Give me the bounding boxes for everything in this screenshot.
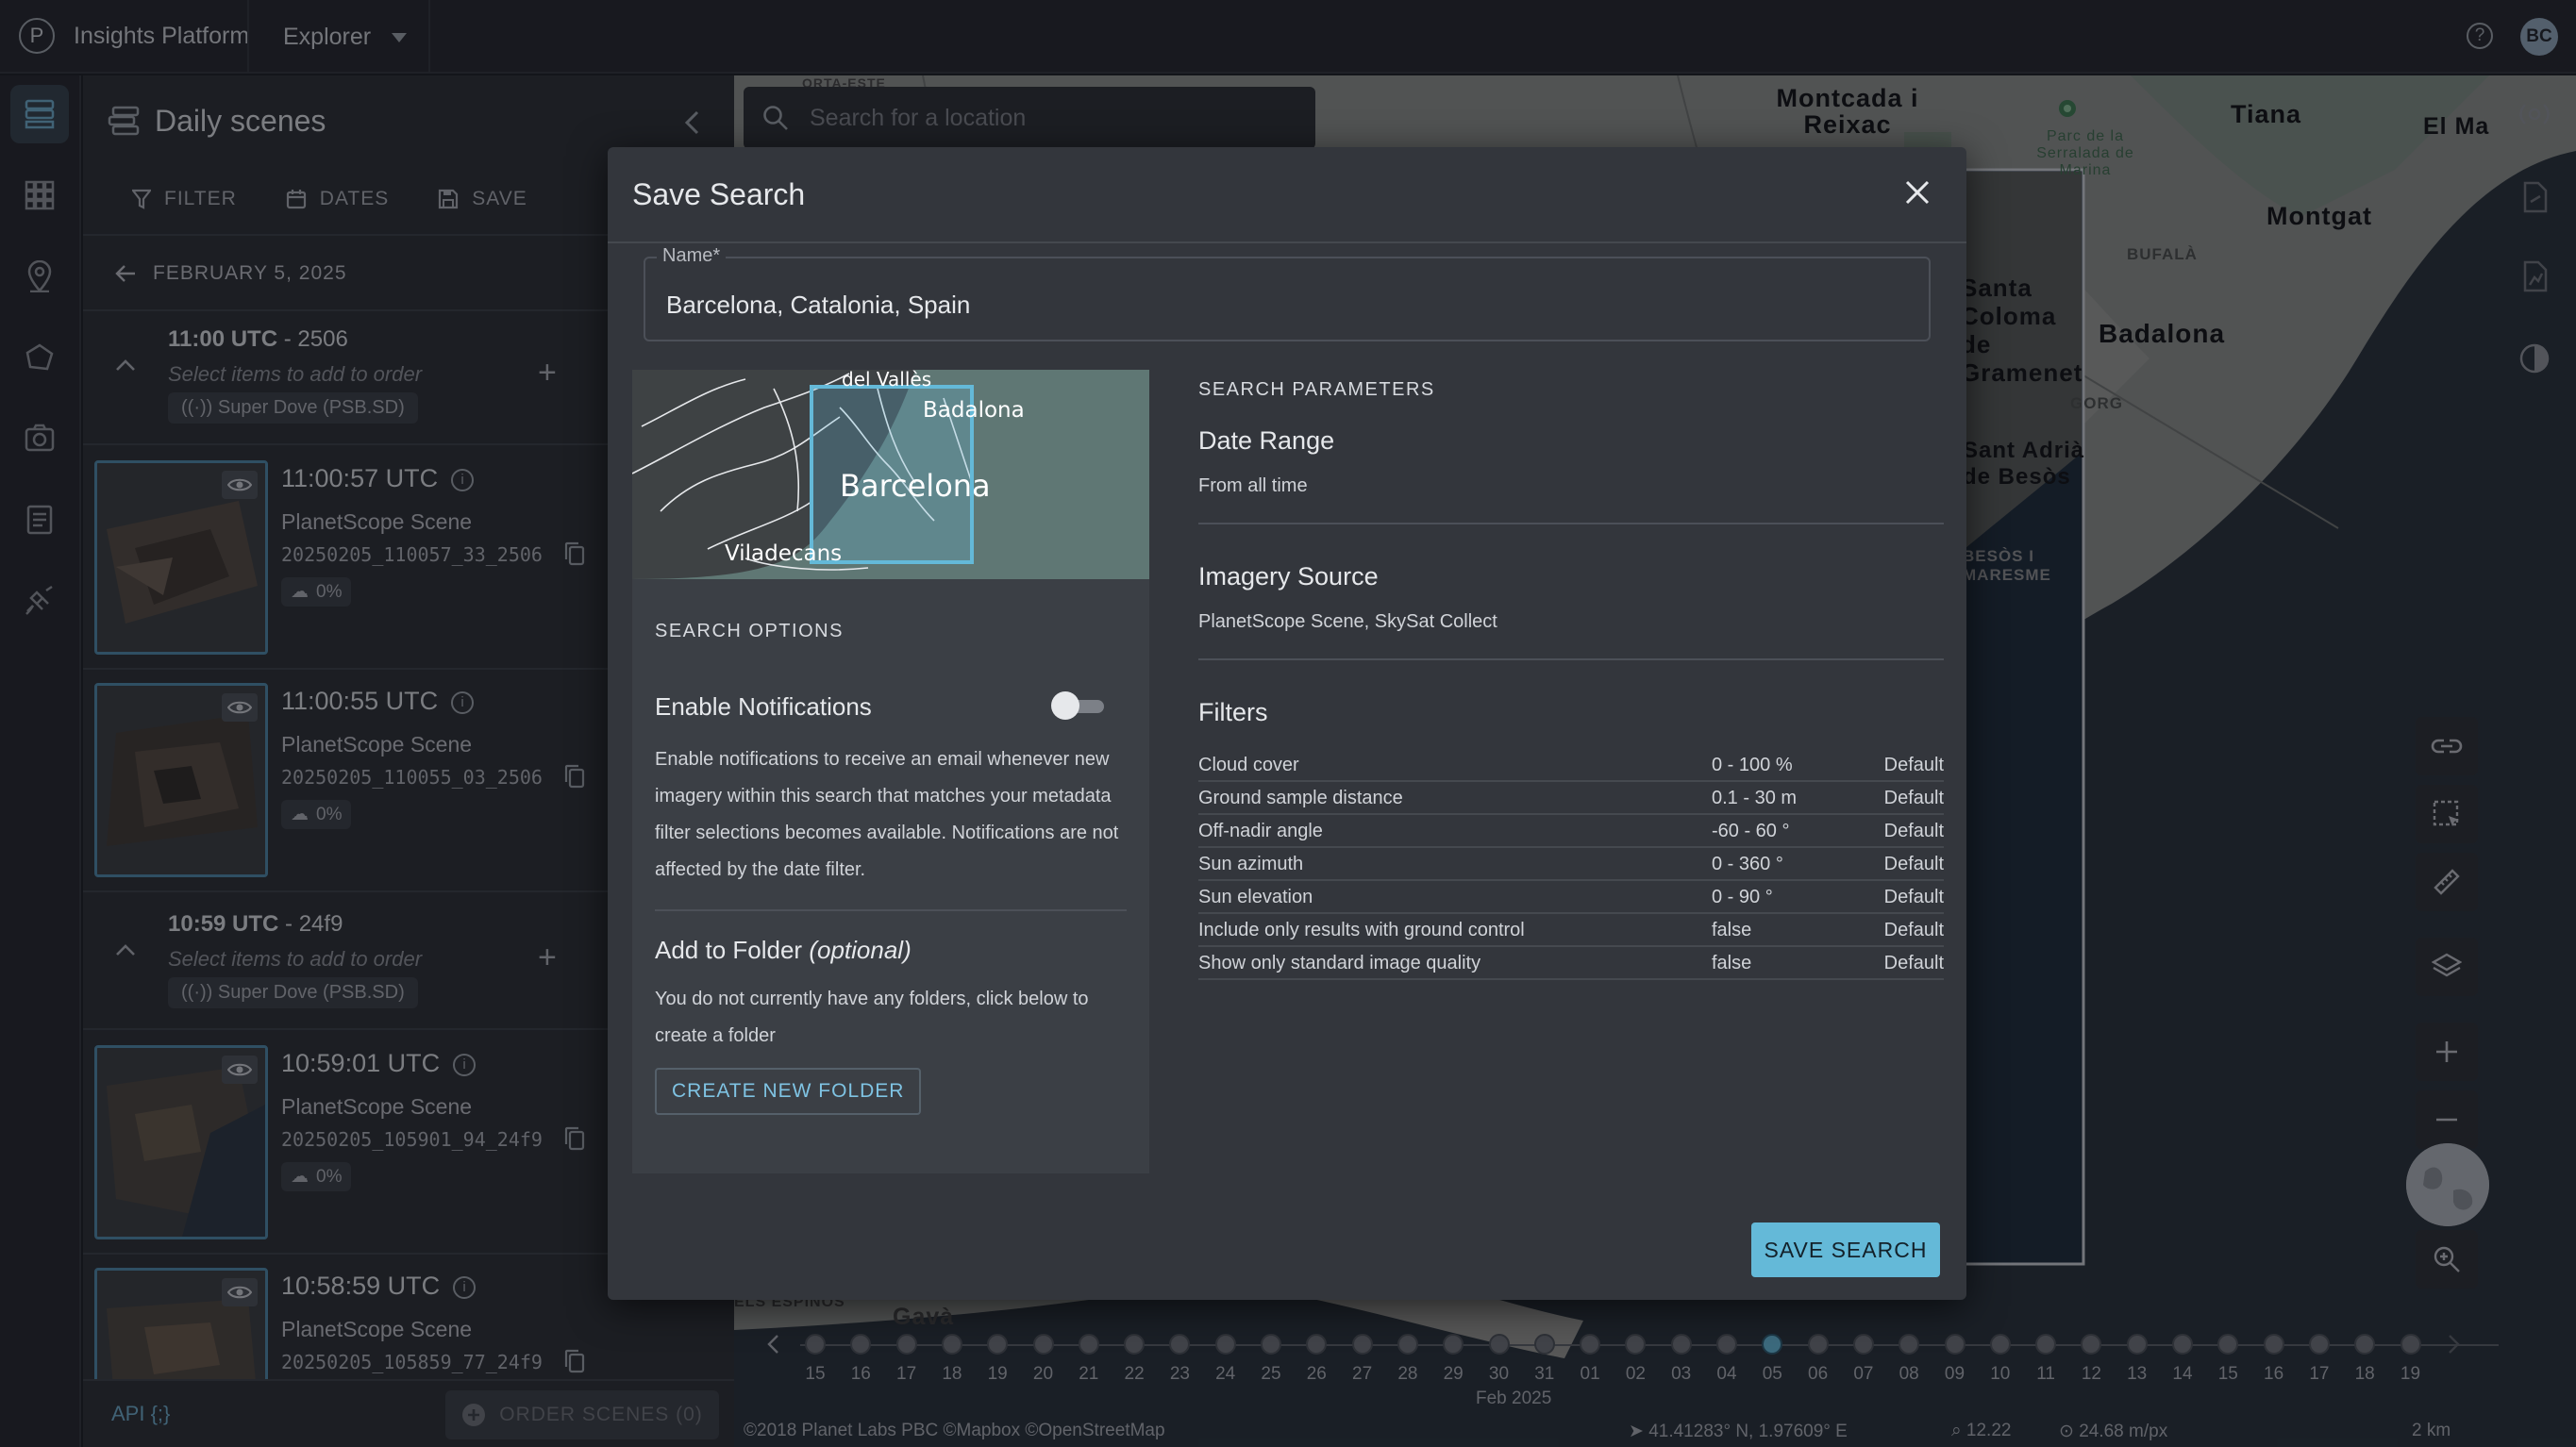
folder-description: You do not currently have any folders, c… — [655, 989, 1089, 1046]
notifications-toggle[interactable] — [1051, 691, 1104, 720]
filter-range: 0 - 360 ° — [1712, 854, 1783, 874]
filter-name: Ground sample distance — [1198, 788, 1403, 808]
filter-range: -60 - 60 ° — [1712, 821, 1790, 841]
dialog-header: Save Search — [608, 147, 1966, 243]
filter-status: Default — [1883, 887, 1944, 907]
filter-row: Show only standard image quality false Def… — [1198, 947, 1944, 980]
filter-status: Default — [1883, 854, 1944, 874]
preview-label-city: Barcelona — [840, 468, 991, 504]
options-divider — [655, 909, 1127, 911]
filter-range: 0 - 100 % — [1712, 755, 1793, 775]
filter-row: Off-nadir angle -60 - 60 ° Default — [1198, 815, 1944, 848]
preview-label-east: Badalona — [923, 398, 1025, 423]
filters-title: Filters — [1198, 698, 1268, 726]
filter-status: Default — [1883, 788, 1944, 808]
search-options-column: del Vallès Badalona Barcelona Viladecans… — [632, 370, 1149, 1173]
filter-status: Default — [1883, 953, 1944, 973]
name-label: Name* — [657, 245, 727, 267]
area-preview-map: del Vallès Badalona Barcelona Viladecans — [632, 370, 1149, 579]
filter-row: Sun elevation 0 - 90 ° Default — [1198, 881, 1944, 914]
filter-name: Include only results with ground control — [1198, 920, 1525, 940]
filter-range: 0.1 - 30 m — [1712, 788, 1798, 808]
preview-label-west: Viladecans — [725, 541, 843, 566]
filter-name: Sun elevation — [1198, 887, 1313, 907]
filters-table: Cloud cover 0 - 100 % Default Ground sampl… — [1198, 749, 1944, 980]
app-root: P Insights Platform Explorer ? BC Daily … — [0, 0, 2576, 1447]
dialog-title: Save Search — [632, 177, 806, 211]
filter-name: Off-nadir angle — [1198, 821, 1323, 841]
search-options-heading: SEARCH OPTIONS — [655, 621, 844, 641]
filter-status: Default — [1883, 755, 1944, 775]
filter-row: Include only results with ground control… — [1198, 914, 1944, 947]
filter-range: false — [1712, 953, 1752, 973]
filter-status: Default — [1883, 821, 1944, 841]
save-search-dialog: Save Search Name* Barcelona, Catalonia, … — [608, 147, 1966, 1300]
imagery-source-title: Imagery Source — [1198, 562, 1379, 590]
preview-label-north: del Vallès — [842, 370, 932, 391]
name-input-value[interactable]: Barcelona, Catalonia, Spain — [666, 291, 970, 320]
filter-name: Show only standard image quality — [1198, 953, 1481, 973]
notifications-title: Enable Notifications — [655, 692, 872, 721]
folder-title-text: Add to Folder — [655, 936, 803, 964]
filter-status: Default — [1883, 920, 1944, 940]
toggle-knob — [1051, 691, 1079, 720]
search-parameters-heading: SEARCH PARAMETERS — [1198, 379, 1435, 400]
params-divider — [1198, 523, 1944, 524]
date-range-title: Date Range — [1198, 426, 1335, 455]
folder-optional: (optional) — [809, 936, 912, 964]
filter-name: Cloud cover — [1198, 755, 1299, 775]
name-field[interactable]: Name* Barcelona, Catalonia, Spain — [644, 245, 1931, 341]
filter-row: Ground sample distance 0.1 - 30 m Default — [1198, 782, 1944, 815]
params-divider — [1198, 658, 1944, 660]
filter-range: false — [1712, 920, 1752, 940]
filter-row: Cloud cover 0 - 100 % Default — [1198, 749, 1944, 782]
imagery-source-value: PlanetScope Scene, SkySat Collect — [1198, 611, 1497, 632]
create-folder-button[interactable]: CREATE NEW FOLDER — [655, 1068, 922, 1115]
folder-title: Add to Folder (optional) — [655, 936, 912, 965]
notifications-description: Enable notifications to receive an email… — [655, 749, 1119, 880]
filter-row: Sun azimuth 0 - 360 ° Default — [1198, 848, 1944, 881]
close-icon[interactable] — [1904, 179, 1931, 206]
save-search-button[interactable]: SAVE SEARCH — [1751, 1222, 1940, 1277]
filter-range: 0 - 90 ° — [1712, 887, 1773, 907]
date-range-value: From all time — [1198, 475, 1308, 496]
filter-name: Sun azimuth — [1198, 854, 1304, 874]
